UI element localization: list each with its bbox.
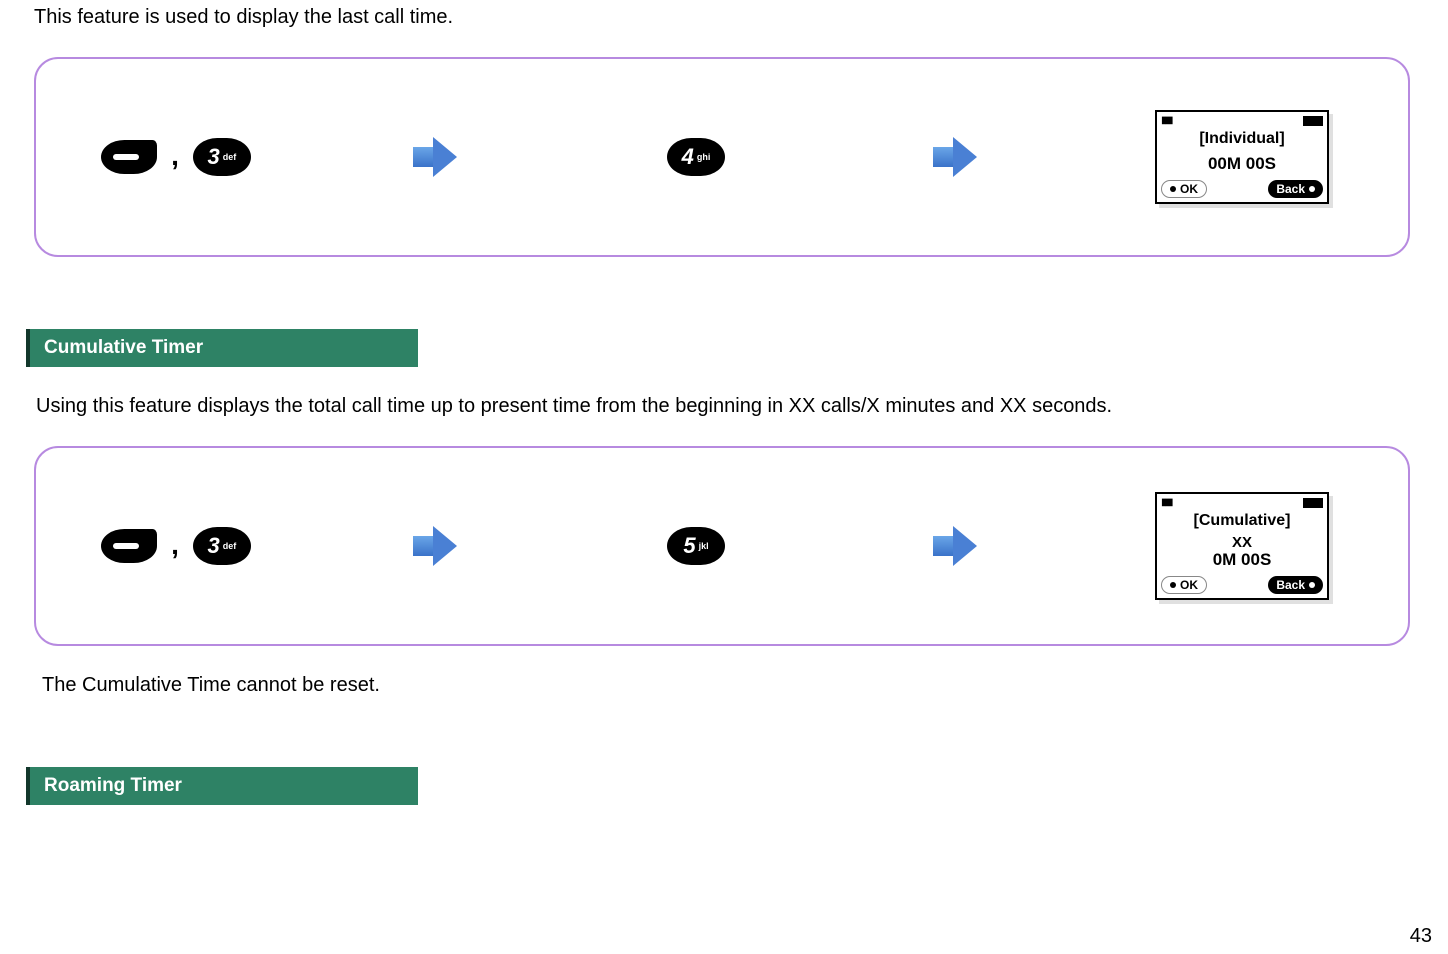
menu-key-icon xyxy=(101,140,157,174)
note-cumulative: The Cumulative Time cannot be reset. xyxy=(42,674,1428,697)
screen-back-label: Back xyxy=(1268,576,1323,594)
arrow-right-icon xyxy=(413,137,459,177)
key-sub: jkl xyxy=(699,542,709,551)
screen-title: [Cumulative] xyxy=(1157,510,1327,536)
keypad-3-icon: 3 def xyxy=(193,527,251,565)
screen-ok-label: OK xyxy=(1161,180,1207,198)
page-number: 43 xyxy=(1410,925,1432,948)
step-box-individual: , 3 def 4 ghi [Individual] 00M 00S OK Ba… xyxy=(34,57,1410,257)
step-box-cumulative: , 3 def 5 jkl [Cumulative] XX 0M 00S OK … xyxy=(34,446,1410,646)
menu-key-icon xyxy=(101,529,157,563)
screen-timer-value: 0M 00S xyxy=(1157,550,1327,574)
key-digit: 3 xyxy=(208,533,220,559)
keypad-3-icon: 3 def xyxy=(193,138,251,176)
screen-title: [Individual] xyxy=(1157,128,1327,154)
intro-text: This feature is used to display the last… xyxy=(34,6,1428,29)
phone-screen-individual: [Individual] 00M 00S OK Back xyxy=(1155,110,1329,204)
separator-comma: , xyxy=(171,529,179,565)
key-sequence-1: , 3 def xyxy=(46,138,306,176)
arrow-right-icon xyxy=(933,526,979,566)
section-body-cumulative: Using this feature displays the total ca… xyxy=(36,395,1428,418)
screen-ok-label: OK xyxy=(1161,576,1207,594)
arrow-right-icon xyxy=(413,526,459,566)
keypad-5-icon: 5 jkl xyxy=(667,527,725,565)
separator-comma: , xyxy=(171,140,179,176)
battery-icon xyxy=(1303,116,1323,126)
signal-icon xyxy=(1161,114,1172,126)
key-sequence-2: , 3 def xyxy=(46,527,306,565)
key-digit: 3 xyxy=(208,144,220,170)
screen-back-label: Back xyxy=(1268,180,1323,198)
key-digit: 5 xyxy=(683,533,695,559)
key-digit: 4 xyxy=(682,144,694,170)
key-sub: def xyxy=(223,153,237,162)
signal-icon xyxy=(1161,496,1172,508)
section-heading-roaming: Roaming Timer xyxy=(26,767,418,805)
battery-icon xyxy=(1303,498,1323,508)
key-sub: def xyxy=(223,542,237,551)
arrow-right-icon xyxy=(933,137,979,177)
screen-timer-value: 00M 00S xyxy=(1157,154,1327,178)
keypad-4-icon: 4 ghi xyxy=(667,138,725,176)
phone-screen-cumulative: [Cumulative] XX 0M 00S OK Back xyxy=(1155,492,1329,600)
section-heading-cumulative: Cumulative Timer xyxy=(26,329,418,367)
key-sub: ghi xyxy=(697,153,711,162)
screen-call-count: XX xyxy=(1157,536,1327,550)
